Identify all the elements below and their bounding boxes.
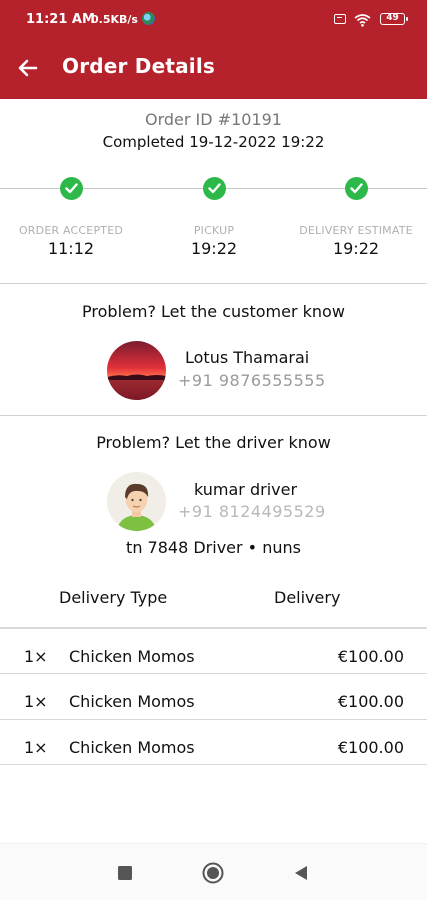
recents-button[interactable] [112,860,138,886]
triangle-left-icon [295,866,307,880]
list-item: 1× Chicken Momos €100.00 [0,673,427,719]
step-label-delivery-estimate: DELIVERY ESTIMATE [299,224,413,237]
battery-icon: 49 [380,13,408,25]
app-bar: Order Details [0,40,427,99]
home-circle-icon [202,862,224,884]
system-navigation-bar [0,843,427,900]
item-quantity: 1× [24,647,48,666]
delivery-type-label: Delivery Type [59,588,168,607]
driver-phone[interactable]: +91 8124495529 [178,502,326,521]
divider [0,283,427,284]
order-items-list: 1× Chicken Momos €100.00 1× Chicken Momo… [0,627,427,765]
check-icon [345,177,368,200]
wifi-icon [354,12,371,27]
home-button[interactable] [200,860,226,886]
item-quantity: 1× [24,738,48,757]
driver-avatar[interactable] [107,472,166,531]
status-bar: 11:21 AM 0.5KB/s 49 [0,0,427,40]
arrow-left-icon [18,59,38,77]
driver-vehicle-info: tn 7848 Driver • nuns [126,538,301,557]
step-time-pickup: 19:22 [190,239,238,258]
status-time: 11:21 AM [26,12,95,27]
list-item: 1× Chicken Momos €100.00 [0,719,427,765]
customer-section-title: Problem? Let the customer know [82,302,345,321]
page-title: Order Details [62,54,216,78]
back-button[interactable] [10,50,46,86]
item-name: Chicken Momos [69,738,195,757]
step-time-order-accepted: 11:12 [47,239,95,258]
app-notification-icon [142,12,155,25]
order-completed-time: Completed 19-12-2022 19:22 [102,133,325,151]
sim-icon [334,14,346,24]
check-icon [203,177,226,200]
item-quantity: 1× [24,692,48,711]
customer-name: Lotus Thamarai [185,348,310,367]
step-label-pickup: PICKUP [193,224,235,237]
divider [0,415,427,416]
square-icon [118,866,132,880]
step-time-delivery-estimate: 19:22 [332,239,380,258]
customer-avatar[interactable] [107,341,166,400]
step-label-order-accepted: ORDER ACCEPTED [18,224,124,237]
order-id: Order ID #10191 [145,110,282,129]
network-speed: 0.5KB/s [91,13,138,26]
back-nav-button[interactable] [288,860,314,886]
item-price: €100.00 [337,647,404,666]
item-price: €100.00 [337,738,404,757]
item-name: Chicken Momos [69,647,195,666]
item-price: €100.00 [337,692,404,711]
item-name: Chicken Momos [69,692,195,711]
driver-section-title: Problem? Let the driver know [96,433,331,452]
customer-phone[interactable]: +91 9876555555 [178,371,326,390]
delivery-type-value: Delivery [274,588,341,607]
list-item: 1× Chicken Momos €100.00 [0,627,427,673]
driver-name: kumar driver [194,480,298,499]
app-header: 11:21 AM 0.5KB/s 49 Order Details [0,0,427,99]
check-icon [60,177,83,200]
